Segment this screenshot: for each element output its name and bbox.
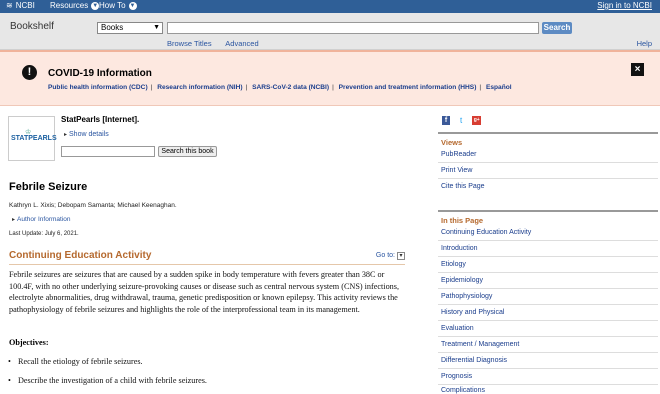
covid-banner: ! COVID-19 Information Public health inf… [0,50,660,106]
book-search-input[interactable] [61,146,155,157]
view-cite[interactable]: Cite this Page [441,183,658,190]
toc-item[interactable]: Introduction [441,245,658,252]
google-plus-icon[interactable]: g+ [472,116,482,125]
facebook-icon[interactable]: f [442,116,450,125]
covid-links: Public health information (CDC) | Researc… [48,84,512,91]
help-link[interactable]: Help [637,39,652,48]
cover-logo: STATPEARLS [11,135,57,142]
resources-menu[interactable]: Resources ▼ [50,1,100,10]
toc-item[interactable]: Continuing Education Activity [441,229,658,236]
signin-link[interactable]: Sign in to NCBI [597,1,652,10]
search-button[interactable]: Search [542,22,572,34]
views-divider [438,132,658,134]
list-item: Describe the investigation of a child wi… [8,376,207,385]
view-pubreader[interactable]: PubReader [441,151,658,158]
toc-item[interactable]: Treatment / Management [441,341,658,348]
view-print[interactable]: Print View [441,167,658,174]
show-details-label: Show details [69,131,109,138]
expand-triangle-icon: ▸ [12,217,16,223]
link-separator: | [479,84,482,91]
last-update: Last Update: July 6, 2021. [9,231,79,237]
show-details-link[interactable]: ▸ Show details [64,131,109,138]
divider [438,384,658,385]
search-this-book-button[interactable]: Search this book [158,146,217,157]
twitter-icon[interactable]: t [460,116,462,125]
section-header: Continuing Education Activity Go to: ▾ [9,249,405,265]
divider [438,256,658,257]
bookshelf-title[interactable]: Bookshelf [10,21,54,32]
expand-triangle-icon: ▸ [64,132,68,138]
ncbi-logo-icon: ≋ [6,1,13,10]
ncbi-label: NCBI [15,1,35,10]
author-information-link[interactable]: ▸ Author Information [12,216,71,223]
covid-link-cdc[interactable]: Public health information (CDC) [48,84,148,91]
objectives-heading: Objectives: [9,338,49,347]
toc-item[interactable]: Pathophysiology [441,293,658,300]
link-separator: | [245,84,248,91]
list-item: Recall the etiology of febrile seizures. [8,357,143,366]
covid-link-ncbi[interactable]: SARS-CoV-2 data (NCBI) [252,84,329,91]
chevron-down-icon: ▾ [397,252,405,260]
close-icon[interactable]: × [631,63,644,76]
toc-item[interactable]: Prognosis [441,373,658,380]
toc-item[interactable]: Complications [441,387,658,394]
ncbi-home-link[interactable]: ≋ NCBI [6,1,35,10]
alert-icon: ! [22,65,37,80]
toc-item[interactable]: Epidemiology [441,277,658,284]
header-links: Browse Titles Advanced [167,39,271,48]
link-separator: | [150,84,153,91]
toc-item[interactable]: History and Physical [441,309,658,316]
toc-title: In this Page [441,216,484,225]
search-input[interactable] [167,22,539,34]
divider [438,288,658,289]
ncbi-topbar: ≋ NCBI Resources ▼ How To ▼ Sign in to N… [0,0,660,13]
divider [438,352,658,353]
toc-divider [438,210,658,212]
resources-label: Resources [50,1,89,10]
covid-link-hhs[interactable]: Prevention and treatment information (HH… [339,84,477,91]
database-select-value: Books [101,23,124,32]
select-arrow-icon: ▼ [153,24,160,31]
toc-item[interactable]: Etiology [441,261,658,268]
covid-link-espanol[interactable]: Español [486,84,512,91]
main-content: ♔ STATPEARLS StatPearls [Internet]. ▸ Sho… [0,106,660,394]
book-title: StatPearls [Internet]. [61,115,140,124]
divider [438,162,658,163]
section-title: Continuing Education Activity [9,250,152,261]
divider [438,336,658,337]
author-list: Kathryn L. Xixis; Debopam Samanta; Micha… [9,202,177,209]
divider [438,178,658,179]
browse-titles-link[interactable]: Browse Titles [167,39,212,48]
share-bar: f t g+ [442,116,482,125]
goto-label: Go to: [375,252,395,259]
covid-title: COVID-19 Information [48,68,152,79]
bookshelf-header: Bookshelf Books ▼ Search Browse Titles A… [0,13,660,50]
goto-menu[interactable]: Go to: ▾ [376,252,405,260]
howto-label: How To [99,1,126,10]
link-separator: | [332,84,334,91]
toc-item[interactable]: Evaluation [441,325,658,332]
book-cover[interactable]: ♔ STATPEARLS [8,116,57,161]
divider [438,320,658,321]
divider [438,368,658,369]
author-information-label: Author Information [17,216,71,223]
howto-menu[interactable]: How To ▼ [99,1,137,10]
database-select[interactable]: Books ▼ [97,22,163,34]
section-body: Febrile seizures are seizures that are c… [9,270,399,314]
divider [438,272,658,273]
advanced-link[interactable]: Advanced [225,39,258,48]
divider [438,240,658,241]
covid-link-nih[interactable]: Research information (NIH) [157,84,242,91]
toc-item[interactable]: Differential Diagnosis [441,357,658,364]
page-title: Febrile Seizure [9,181,88,193]
divider [438,304,658,305]
views-title: Views [441,138,463,147]
chevron-down-icon: ▼ [128,1,137,10]
